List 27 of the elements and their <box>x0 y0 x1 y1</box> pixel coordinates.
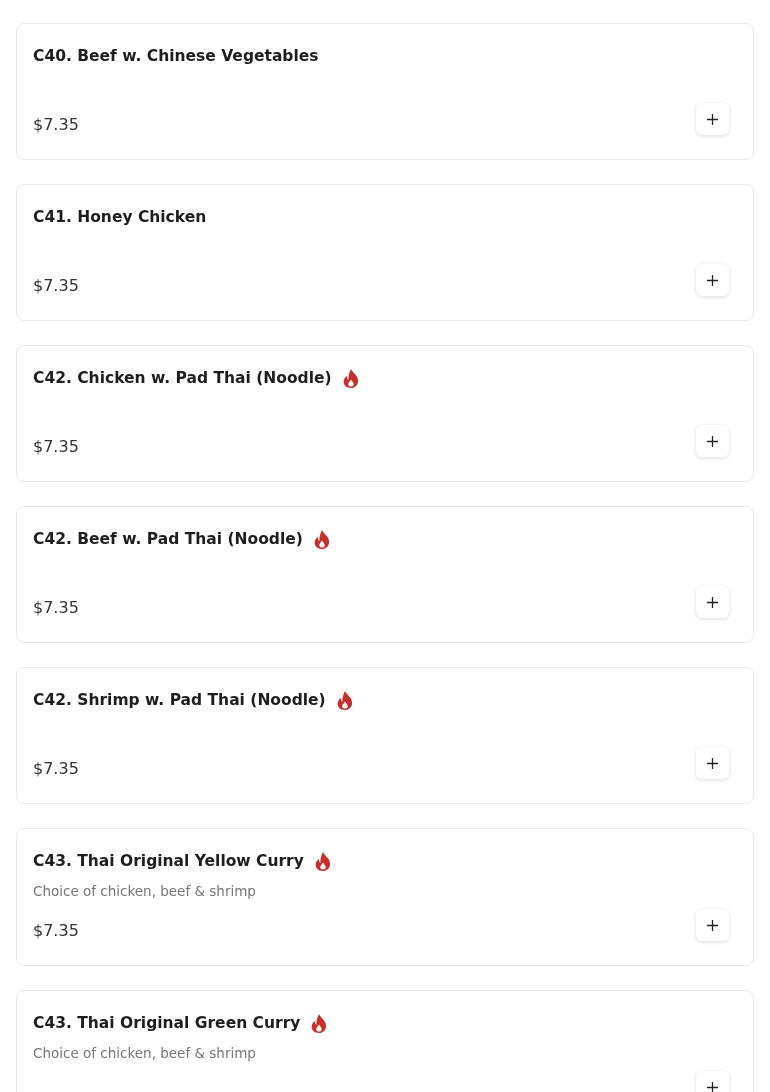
item-price: $7.35 <box>33 437 79 457</box>
item-description: Choice of chicken, beef & shrimp <box>33 882 256 901</box>
item-title: C42. Chicken w. Pad Thai (Noodle) <box>33 368 332 389</box>
flame-icon <box>336 690 353 710</box>
item-price: $7.35 <box>33 598 79 618</box>
plus-icon <box>707 113 718 125</box>
plus-icon <box>707 919 718 931</box>
flame-icon <box>313 529 330 549</box>
item-title: C40. Beef w. Chinese Vegetables <box>33 46 319 67</box>
item-description: Choice of chicken, beef & shrimp <box>33 1044 256 1063</box>
flame-icon <box>314 851 331 871</box>
plus-icon <box>707 274 718 286</box>
item-title: C43. Thai Original Yellow Curry <box>33 851 304 872</box>
item-price: $7.35 <box>33 921 79 941</box>
flame-icon <box>311 1013 328 1033</box>
item-title: C42. Shrimp w. Pad Thai (Noodle) <box>33 690 326 711</box>
item-price: $7.35 <box>33 759 79 779</box>
item-price: $7.35 <box>33 276 79 296</box>
plus-icon <box>707 596 718 608</box>
item-price: $7.35 <box>33 115 79 135</box>
plus-icon <box>707 435 718 447</box>
item-title: C41. Honey Chicken <box>33 207 207 228</box>
item-title: C43. Thai Original Green Curry <box>33 1013 301 1034</box>
flame-icon <box>342 368 359 388</box>
item-title: C42. Beef w. Pad Thai (Noodle) <box>33 529 303 550</box>
plus-icon <box>707 1081 718 1092</box>
plus-icon <box>707 757 718 769</box>
